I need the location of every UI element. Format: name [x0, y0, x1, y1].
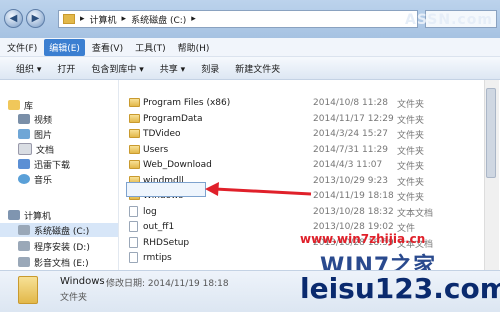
file-name: TDVideo	[143, 129, 181, 139]
breadcrumb-separator: ▸	[121, 14, 127, 24]
file-type: 文件夹	[397, 177, 425, 188]
open-button[interactable]: 打开	[57, 62, 75, 75]
watermark-site: leisu123.com	[300, 272, 500, 305]
file-name: RHDSetup	[143, 238, 190, 248]
file-name: log	[143, 207, 157, 217]
file-date: 2013/10/29 9:23	[313, 176, 388, 186]
address-bar[interactable]: ▸ 计算机 ▸ 系统磁盘 (C:) ▸	[58, 10, 418, 28]
file-type: 文件夹	[397, 161, 425, 172]
music-icon	[18, 174, 30, 184]
file-type: 文本文档	[397, 208, 434, 219]
file-date: 2014/7/31 11:29	[313, 145, 388, 155]
file-date: 2013/10/28 18:32	[313, 207, 394, 217]
file-row[interactable]: Users 2014/7/31 11:29 文件夹	[119, 143, 479, 157]
file-date: 2014/4/3 11:07	[313, 160, 383, 170]
nav-item-library[interactable]: 库	[8, 98, 33, 112]
drive-icon	[18, 241, 30, 251]
breadcrumb-separator: ▸	[80, 14, 85, 24]
details-name: Windows	[60, 276, 105, 287]
organize-button[interactable]: 组织 ▾	[16, 62, 41, 75]
folder-icon	[129, 129, 140, 138]
details-date: 修改日期: 2014/11/19 18:18	[106, 279, 229, 289]
drive-icon	[18, 225, 30, 235]
drive-icon	[18, 257, 30, 267]
new-folder-button[interactable]: 新建文件夹	[235, 62, 280, 75]
menu-view[interactable]: 查看(V)	[87, 39, 128, 56]
computer-icon	[8, 210, 20, 220]
file-icon	[129, 206, 138, 217]
file-date: 2014/11/19 18:18	[313, 191, 394, 201]
nav-item-xunlei[interactable]: 迅雷下载	[18, 157, 70, 171]
file-row[interactable]: Program Files (x86) 2014/10/8 11:28 文件夹	[119, 96, 479, 110]
folder-icon	[129, 114, 140, 123]
details-type: 文件夹	[60, 293, 88, 303]
nav-item-computer[interactable]: 计算机	[8, 208, 51, 222]
file-type: 文件夹	[397, 115, 425, 126]
nav-item-drive-d[interactable]: 程序安装 (D:)	[18, 239, 90, 253]
folder-icon	[129, 145, 140, 154]
back-button[interactable]: ◀	[4, 9, 23, 28]
share-button[interactable]: 共享 ▾	[160, 62, 185, 75]
navigation-pane: 库 视频 图片 文档 迅雷下载 音乐 计算机 系统磁盘 (C:) 程序安装 (D…	[0, 80, 119, 270]
file-type: 文件夹	[397, 130, 425, 141]
folder-icon	[129, 160, 140, 169]
file-date: 2013/10/28 19:02	[313, 222, 394, 232]
file-name: Web_Download	[143, 160, 212, 170]
folder-icon	[129, 98, 140, 107]
watermark-url: www.win7zhijia.cn	[300, 232, 426, 246]
nav-item-drive-e[interactable]: 影音文档 (E:)	[18, 255, 89, 269]
breadcrumb-computer[interactable]: 计算机	[90, 13, 117, 26]
file-date: 2014/10/8 11:28	[313, 98, 388, 108]
command-toolbar: 组织 ▾ 打开 包含到库中 ▾ 共享 ▾ 刻录 新建文件夹	[0, 57, 500, 80]
file-icon	[129, 252, 138, 263]
menu-help[interactable]: 帮助(H)	[173, 39, 215, 56]
file-icon	[129, 237, 138, 248]
picture-icon	[18, 129, 30, 139]
file-name: Program Files (x86)	[143, 98, 231, 108]
folder-icon	[18, 276, 38, 304]
file-type: 文件夹	[397, 99, 425, 110]
nav-item-pictures[interactable]: 图片	[18, 127, 52, 141]
red-arrow-icon	[205, 182, 312, 196]
nav-item-documents[interactable]: 文档	[18, 142, 54, 156]
file-row[interactable]: log 2013/10/28 18:32 文本文档	[119, 205, 479, 219]
file-name: out_ff1	[143, 222, 175, 232]
file-type: 文件夹	[397, 192, 425, 203]
watermark-top: ASSN.com	[405, 12, 493, 28]
file-row[interactable]: Web_Download 2014/4/3 11:07 文件夹	[119, 158, 479, 172]
file-row[interactable]: ProgramData 2014/11/17 12:29 文件夹	[119, 112, 479, 126]
selected-item-highlight	[126, 182, 206, 197]
file-row[interactable]: TDVideo 2014/3/24 15:27 文件夹	[119, 127, 479, 141]
nav-item-music[interactable]: 音乐	[18, 172, 52, 186]
menu-file[interactable]: 文件(F)	[2, 39, 42, 56]
file-name: rmtips	[143, 253, 172, 263]
file-date: 2014/11/17 12:29	[313, 114, 394, 124]
burn-button[interactable]: 刻录	[201, 62, 219, 75]
file-date: 2014/3/24 15:27	[313, 129, 388, 139]
scrollbar-thumb[interactable]	[486, 88, 496, 178]
file-name: Users	[143, 145, 169, 155]
folder-icon	[63, 14, 75, 24]
breadcrumb-separator: ▸	[191, 14, 196, 24]
breadcrumb-drive[interactable]: 系统磁盘 (C:)	[131, 13, 186, 26]
menu-tools[interactable]: 工具(T)	[130, 39, 171, 56]
nav-item-drive-c[interactable]: 系统磁盘 (C:)	[0, 223, 118, 237]
file-type: 文件夹	[397, 146, 425, 157]
library-icon	[8, 100, 20, 110]
document-icon	[18, 143, 32, 155]
forward-button[interactable]: ▶	[26, 9, 45, 28]
download-icon	[18, 159, 30, 169]
nav-item-videos[interactable]: 视频	[18, 112, 52, 126]
file-name: ProgramData	[143, 114, 203, 124]
menu-bar: 文件(F) 编辑(E) 查看(V) 工具(T) 帮助(H)	[0, 38, 500, 57]
video-icon	[18, 114, 30, 124]
menu-edit[interactable]: 编辑(E)	[44, 38, 85, 56]
file-icon	[129, 221, 138, 232]
include-in-library-button[interactable]: 包含到库中 ▾	[91, 62, 143, 75]
